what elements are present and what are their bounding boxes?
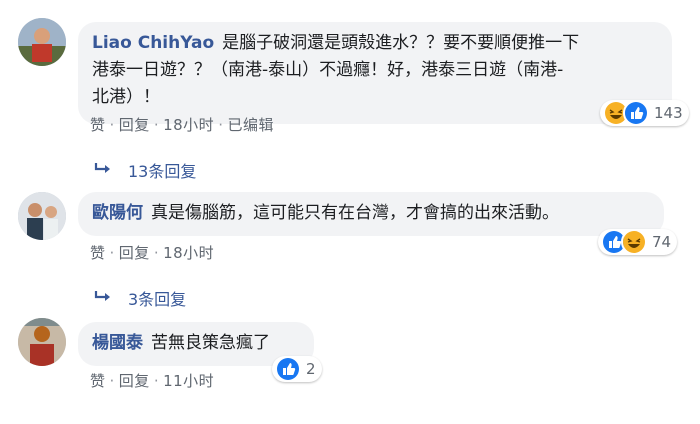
comment-text: 真是傷腦筋，這可能只有在台灣，才會搞的出來活動。	[151, 203, 559, 223]
separator: ·	[218, 116, 224, 134]
comment-author[interactable]: 楊國泰	[92, 333, 143, 353]
separator: ·	[153, 244, 160, 262]
timestamp[interactable]: 11小时	[163, 372, 214, 390]
comment-actions: 赞 · 回复 · 11小时	[90, 370, 214, 391]
haha-icon	[621, 229, 647, 255]
reply-button[interactable]: 回复	[119, 244, 150, 262]
view-replies-button[interactable]: 13条回复	[94, 158, 196, 182]
like-icon	[275, 356, 301, 382]
avatar[interactable]	[18, 318, 66, 366]
edited-label[interactable]: 已编辑	[227, 116, 274, 134]
reaction-count: 74	[652, 233, 672, 251]
reaction-count: 143	[654, 104, 683, 122]
reaction-summary[interactable]: 74	[598, 229, 678, 255]
reaction-summary[interactable]: 2	[272, 356, 322, 382]
separator: ·	[153, 116, 160, 134]
avatar[interactable]	[18, 192, 66, 240]
reply-arrow-icon	[94, 289, 114, 308]
separator: ·	[153, 372, 160, 390]
avatar-photo-icon	[18, 318, 66, 366]
comment-text: 苦無良策急瘋了	[151, 333, 270, 353]
like-icon	[623, 100, 649, 126]
separator: ·	[109, 244, 115, 262]
reply-button[interactable]: 回复	[119, 116, 150, 134]
comment-actions: 赞 · 回复 · 18小时	[90, 242, 214, 263]
separator: ·	[109, 116, 115, 134]
comment-actions: 赞 · 回复 · 18小时 · 已编辑	[90, 114, 274, 135]
like-button[interactable]: 赞	[90, 116, 106, 134]
like-button[interactable]: 赞	[90, 372, 106, 390]
comment-text-line: 是腦子破洞還是頭殼進水？？要不要順便推一下	[222, 33, 580, 53]
comment-author[interactable]: 歐陽何	[92, 203, 143, 223]
reply-button[interactable]: 回复	[119, 372, 150, 390]
like-button[interactable]: 赞	[90, 244, 106, 262]
avatar[interactable]	[18, 18, 66, 66]
view-replies-button[interactable]: 3条回复	[94, 286, 186, 310]
reply-arrow-icon	[94, 161, 114, 180]
comment-text-line: 北港）！	[92, 87, 160, 107]
avatar-photo-icon	[18, 192, 66, 240]
replies-count[interactable]: 3条回复	[128, 286, 186, 310]
timestamp[interactable]: 18小时	[163, 244, 214, 262]
comment-bubble: Liao ChihYao 是腦子破洞還是頭殼進水？？要不要順便推一下 港泰一日遊？…	[78, 22, 672, 124]
avatar-photo-icon	[18, 18, 66, 66]
reaction-summary[interactable]: 143	[600, 100, 689, 126]
comment-bubble: 歐陽何 真是傷腦筋，這可能只有在台灣，才會搞的出來活動。	[78, 192, 664, 236]
timestamp[interactable]: 18小时	[163, 116, 214, 134]
separator: ·	[109, 372, 115, 390]
comment-text-line: 港泰一日遊？？（南港-泰山）不過癮！好，港泰三日遊（南港-	[92, 60, 564, 80]
reaction-count: 2	[306, 360, 316, 378]
replies-count[interactable]: 13条回复	[128, 158, 196, 182]
comment-author[interactable]: Liao ChihYao	[92, 33, 214, 53]
